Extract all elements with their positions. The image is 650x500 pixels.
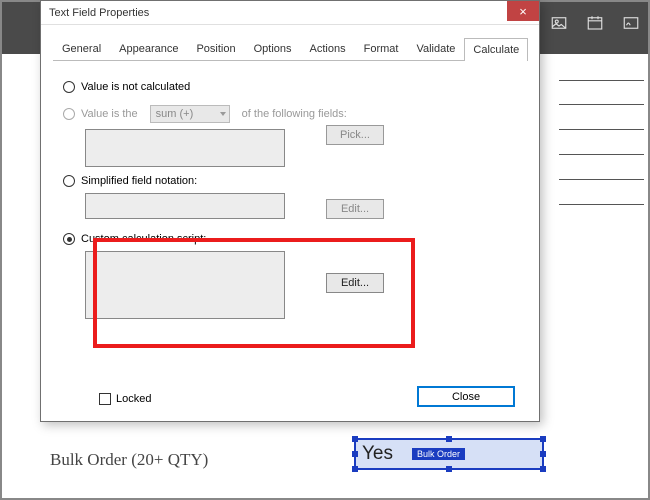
radio-row-not-calculated[interactable]: Value is not calculated <box>63 81 517 93</box>
image-icon[interactable] <box>550 14 568 35</box>
tab-actions[interactable]: Actions <box>301 37 355 60</box>
date-icon[interactable] <box>586 14 604 35</box>
of-following-label: of the following fields: <box>242 108 347 120</box>
field-value: Yes <box>362 443 393 465</box>
simplified-notation-box[interactable] <box>85 193 285 219</box>
text-field-properties-dialog: Text Field Properties × General Appearan… <box>40 0 540 422</box>
radio-not-calculated[interactable] <box>63 81 75 93</box>
radio-row-simplified[interactable]: Simplified field notation: <box>63 175 517 187</box>
locked-checkbox[interactable] <box>99 393 111 405</box>
radio-custom-script-label: Custom calculation script: <box>81 233 206 245</box>
radio-value-is-the-label: Value is the <box>81 108 138 120</box>
locked-row[interactable]: Locked <box>99 393 151 405</box>
radio-not-calculated-label: Value is not calculated <box>81 81 190 93</box>
radio-simplified-label: Simplified field notation: <box>81 175 197 187</box>
aggregate-dropdown[interactable]: sum (+) <box>150 105 230 123</box>
tab-validate[interactable]: Validate <box>407 37 464 60</box>
tab-position[interactable]: Position <box>187 37 244 60</box>
bulk-order-label: Bulk Order (20+ QTY) <box>50 450 208 470</box>
dialog-title: Text Field Properties <box>49 7 507 19</box>
radio-row-value-is-the[interactable]: Value is the sum (+) of the following fi… <box>63 105 517 123</box>
close-button[interactable]: Close <box>417 386 515 407</box>
pick-button[interactable]: Pick... <box>326 125 384 145</box>
locked-label: Locked <box>116 393 151 405</box>
radio-value-is-the[interactable] <box>63 108 75 120</box>
tab-appearance[interactable]: Appearance <box>110 37 187 60</box>
tab-format[interactable]: Format <box>355 37 408 60</box>
calculate-panel: Value is not calculated Value is the sum… <box>41 61 539 341</box>
custom-script-box[interactable] <box>85 251 285 319</box>
dialog-close-button[interactable]: × <box>507 1 539 21</box>
selected-form-field[interactable]: Yes Bulk Order <box>354 438 544 470</box>
table-gridlines <box>559 80 644 205</box>
fields-list-box[interactable] <box>85 129 285 167</box>
field-name-badge: Bulk Order <box>412 448 465 460</box>
tab-general[interactable]: General <box>53 37 110 60</box>
dialog-titlebar: Text Field Properties × <box>41 1 539 25</box>
tab-calculate[interactable]: Calculate <box>464 38 528 61</box>
close-icon: × <box>519 4 527 19</box>
dialog-tabs: General Appearance Position Options Acti… <box>53 37 527 61</box>
radio-custom-script[interactable] <box>63 233 75 245</box>
signature-icon[interactable] <box>622 14 640 35</box>
radio-simplified[interactable] <box>63 175 75 187</box>
radio-row-custom-script[interactable]: Custom calculation script: <box>63 233 517 245</box>
tab-options[interactable]: Options <box>245 37 301 60</box>
edit-custom-script-button[interactable]: Edit... <box>326 273 384 293</box>
edit-simplified-button[interactable]: Edit... <box>326 199 384 219</box>
